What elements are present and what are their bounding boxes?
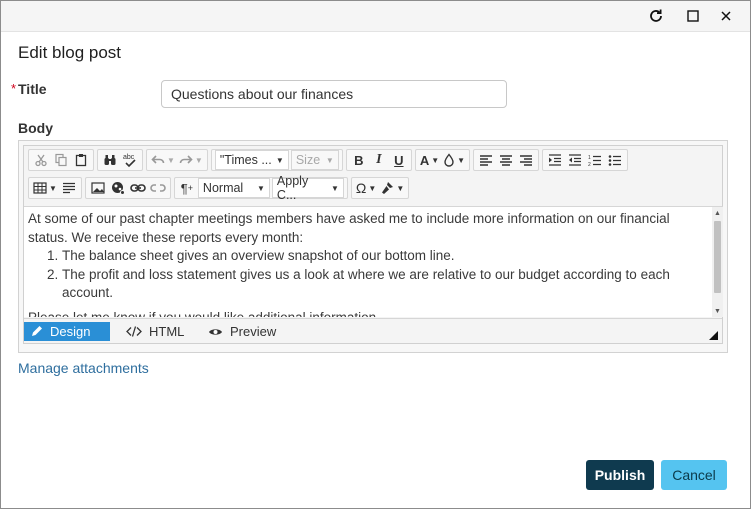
svg-text:2: 2 xyxy=(588,162,591,167)
align-right-icon[interactable] xyxy=(516,150,536,170)
tab-html-label: HTML xyxy=(149,324,185,339)
font-color-glyph: A xyxy=(419,152,430,168)
dialog-title: Edit blog post xyxy=(18,43,122,62)
editor-mode-bar: Design HTML Preview xyxy=(24,318,722,343)
highlight-icon[interactable]: ▼ xyxy=(441,150,467,170)
content-list-item: The balance sheet gives an overview snap… xyxy=(62,247,708,266)
pencil-icon xyxy=(32,326,42,336)
redo-icon[interactable]: ▼ xyxy=(177,150,205,170)
tab-preview[interactable]: Preview xyxy=(202,322,282,341)
code-icon xyxy=(126,326,142,337)
title-label: Title xyxy=(18,81,47,97)
rich-text-editor: abc ▼ ▼ "Times ... ▼ Size ▼ B I U A ▼ ▼ … xyxy=(18,140,728,353)
italic-button[interactable]: I xyxy=(369,150,389,170)
font-size-select[interactable]: Size ▼ xyxy=(290,150,339,170)
paragraph-icon[interactable] xyxy=(59,178,79,198)
tab-design[interactable]: Design xyxy=(24,322,110,341)
align-center-icon[interactable] xyxy=(496,150,516,170)
svg-text:1: 1 xyxy=(588,155,591,161)
format-stripper-icon[interactable]: ▼ xyxy=(378,178,406,198)
find-icon[interactable] xyxy=(100,150,120,170)
tab-preview-label: Preview xyxy=(230,324,277,339)
find-group: abc xyxy=(97,149,143,171)
numbered-list-icon[interactable]: 12 xyxy=(585,150,605,170)
eye-icon xyxy=(209,328,222,335)
svg-text:abc: abc xyxy=(123,154,135,161)
image-icon[interactable] xyxy=(88,178,108,198)
edit-blog-post-dialog: Edit blog post * Title Body xyxy=(0,0,751,509)
font-size-value: Size xyxy=(295,153,321,167)
close-icon[interactable] xyxy=(715,5,737,27)
bulleted-list-icon[interactable] xyxy=(605,150,625,170)
history-group: ▼ ▼ xyxy=(146,149,208,171)
paste-icon[interactable] xyxy=(71,150,91,170)
format-group: ¶ + Normal ▼ Apply C... ▼ xyxy=(173,174,348,202)
toolbar-row-1: abc ▼ ▼ "Times ... ▼ Size ▼ B I U A ▼ ▼ … xyxy=(28,149,631,171)
scroll-up-arrow-icon[interactable]: ▲ xyxy=(712,208,723,219)
undo-icon[interactable]: ▼ xyxy=(149,150,177,170)
omega-glyph: Ω xyxy=(355,180,367,196)
window-titlebar xyxy=(1,1,750,32)
publish-button[interactable]: Publish xyxy=(586,460,654,490)
required-marker: * xyxy=(11,81,17,96)
copy-icon[interactable] xyxy=(51,150,71,170)
align-group xyxy=(473,149,540,171)
toolbar-row-2: ▼ ¶ + Normal ▼ Apply C... ▼ Ω ▼ ▼ xyxy=(28,174,412,202)
media-icon[interactable] xyxy=(108,178,128,198)
indent-icon[interactable] xyxy=(545,150,565,170)
align-left-icon[interactable] xyxy=(476,150,496,170)
bold-button[interactable]: B xyxy=(349,150,369,170)
scroll-down-arrow-icon[interactable]: ▼ xyxy=(712,306,723,317)
manage-attachments-link[interactable]: Manage attachments xyxy=(18,360,149,376)
apply-css-value: Apply C... xyxy=(276,174,309,202)
content-list: The balance sheet gives an overview snap… xyxy=(28,247,708,303)
link-icon[interactable] xyxy=(128,178,148,198)
outdent-icon[interactable] xyxy=(565,150,585,170)
table-icon[interactable]: ▼ xyxy=(31,178,59,198)
apply-css-select[interactable]: Apply C... ▼ xyxy=(271,174,344,202)
cut-icon[interactable] xyxy=(31,150,51,170)
tab-html[interactable]: HTML xyxy=(120,322,190,341)
spellcheck-icon[interactable]: abc xyxy=(120,150,140,170)
paragraph-format-value: Normal xyxy=(202,181,244,195)
editor-content[interactable]: At some of our past chapter meetings mem… xyxy=(24,206,712,317)
cancel-button[interactable]: Cancel xyxy=(661,460,727,490)
title-input[interactable] xyxy=(161,80,507,108)
editor-frame: abc ▼ ▼ "Times ... ▼ Size ▼ B I U A ▼ ▼ … xyxy=(23,145,723,344)
misc-group: Ω ▼ ▼ xyxy=(350,177,410,199)
clipboard-group xyxy=(28,149,94,171)
content-list-item: The profit and loss statement gives us a… xyxy=(62,266,708,303)
content-intro: At some of our past chapter meetings mem… xyxy=(28,211,670,245)
scroll-thumb[interactable] xyxy=(714,221,721,293)
insert-group xyxy=(84,177,171,199)
body-label: Body xyxy=(18,120,53,136)
paragraph-mark-glyph: ¶ xyxy=(180,180,188,196)
special-chars-icon[interactable]: Ω ▼ xyxy=(354,178,378,198)
underline-button[interactable]: U xyxy=(389,150,409,170)
table-group: ▼ xyxy=(28,177,82,199)
font-color-icon[interactable]: A ▼ xyxy=(418,150,441,170)
font-name-select[interactable]: "Times ... ▼ xyxy=(214,150,289,170)
text-style-group: B I U xyxy=(345,149,412,171)
editor-scrollbar[interactable]: ▲ ▼ xyxy=(712,206,723,317)
paragraph-format-select[interactable]: Normal ▼ xyxy=(197,178,270,198)
paragraph-mark-icon[interactable]: ¶ + xyxy=(177,178,197,198)
content-tail: Please let me know if you would like add… xyxy=(28,309,380,318)
resize-grip-icon[interactable] xyxy=(709,331,718,340)
unlink-icon[interactable] xyxy=(148,178,168,198)
font-group: "Times ... ▼ Size ▼ xyxy=(210,149,343,171)
font-name-value: "Times ... xyxy=(219,153,272,167)
tab-design-label: Design xyxy=(50,324,91,339)
maximize-icon[interactable] xyxy=(682,5,704,27)
color-group: A ▼ ▼ xyxy=(414,149,471,171)
list-group: 12 xyxy=(542,149,629,171)
refresh-icon[interactable] xyxy=(645,5,667,27)
